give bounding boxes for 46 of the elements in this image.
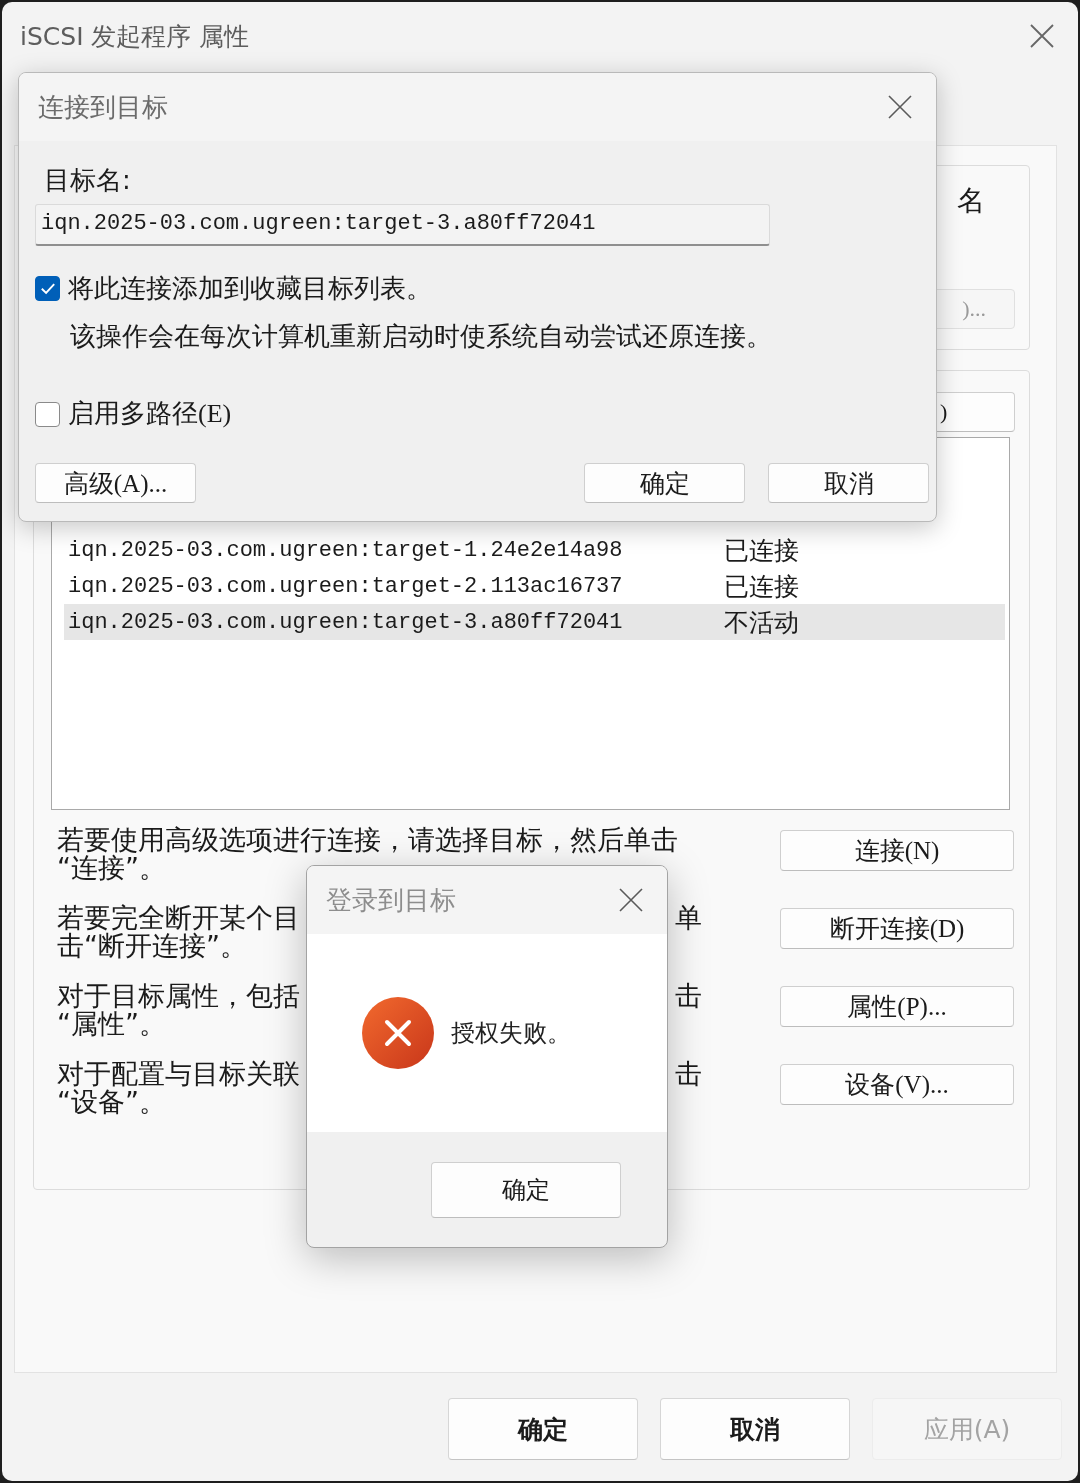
- target-status: 已连接: [724, 570, 799, 603]
- dialog-button[interactable]: 取消: [768, 463, 929, 503]
- ok-button[interactable]: 确定: [431, 1161, 621, 1218]
- checkmark-icon: [40, 282, 55, 294]
- target-row[interactable]: iqn.2025-03.com.ugreen:target-1.24e2e14a98 已连接: [64, 532, 1005, 568]
- dialog-button[interactable]: 取消: [660, 1398, 850, 1460]
- instruction-text: 若要使用高级选项进行连接，请选择目标，然后单击 “连接”。: [57, 826, 678, 882]
- dialog-button[interactable]: 确定: [448, 1398, 638, 1460]
- instruction-text: “设备”。: [57, 1088, 166, 1116]
- target-name: iqn.2025-03.com.ugreen:target-2.113ac16737: [68, 573, 624, 599]
- dialog-title: 连接到目标: [38, 90, 168, 124]
- instruction-fragment: 单: [675, 904, 702, 932]
- instruction-text: “属性”。: [57, 1010, 166, 1038]
- close-icon[interactable]: [1030, 24, 1054, 48]
- action-button[interactable]: 属性(P)...: [780, 986, 1014, 1027]
- checkbox[interactable]: [35, 401, 60, 427]
- instruction-fragment: 对于配置与目标关联: [57, 1060, 300, 1088]
- target-status: 不活动: [724, 606, 799, 639]
- close-icon[interactable]: [619, 888, 643, 912]
- dialog-title: 登录到目标: [326, 883, 456, 917]
- action-button[interactable]: 设备(V)...: [780, 1064, 1014, 1105]
- advanced-button[interactable]: 高级(A)...: [35, 463, 196, 503]
- target-name: iqn.2025-03.com.ugreen:target-1.24e2e14a98: [68, 537, 624, 563]
- action-button[interactable]: 断开连接(D): [780, 908, 1014, 949]
- error-message: 授权失败。: [451, 1018, 571, 1049]
- option-description: 该操作会在每次计算机重新启动时使系统自动尝试还原连接。: [70, 322, 772, 350]
- field-label: 目标名:: [44, 166, 131, 194]
- label-fragment: 名: [957, 187, 985, 215]
- dialog-button[interactable]: 确定: [584, 463, 745, 503]
- instruction-fragment: 击: [675, 982, 702, 1010]
- target-row[interactable]: iqn.2025-03.com.ugreen:target-2.113ac16737 已连接: [64, 568, 1005, 604]
- error-icon: [362, 997, 434, 1069]
- window-title: iSCSI 发起程序 属性: [20, 20, 250, 53]
- target-name: iqn.2025-03.com.ugreen:target-3.a80ff72041: [68, 609, 624, 635]
- instruction-fragment: 击: [675, 1060, 702, 1088]
- target-row[interactable]: iqn.2025-03.com.ugreen:target-3.a80ff72041 不活动: [64, 604, 1005, 640]
- instruction-fragment: 若要完全断开某个目: [57, 904, 300, 932]
- checkbox[interactable]: [35, 275, 60, 301]
- checkbox-label: 将此连接添加到收藏目标列表。: [68, 274, 432, 302]
- action-button[interactable]: 连接(N): [780, 830, 1014, 871]
- instruction-text: 击“断开连接”。: [57, 932, 247, 960]
- instruction-fragment: 对于目标属性，包括: [57, 982, 300, 1010]
- checkbox-label: 启用多路径(E): [68, 400, 232, 428]
- close-icon[interactable]: [888, 95, 912, 119]
- target-name-field[interactable]: iqn.2025-03.com.ugreen:target-3.a80ff72041: [35, 204, 770, 246]
- target-status: 已连接: [724, 534, 799, 567]
